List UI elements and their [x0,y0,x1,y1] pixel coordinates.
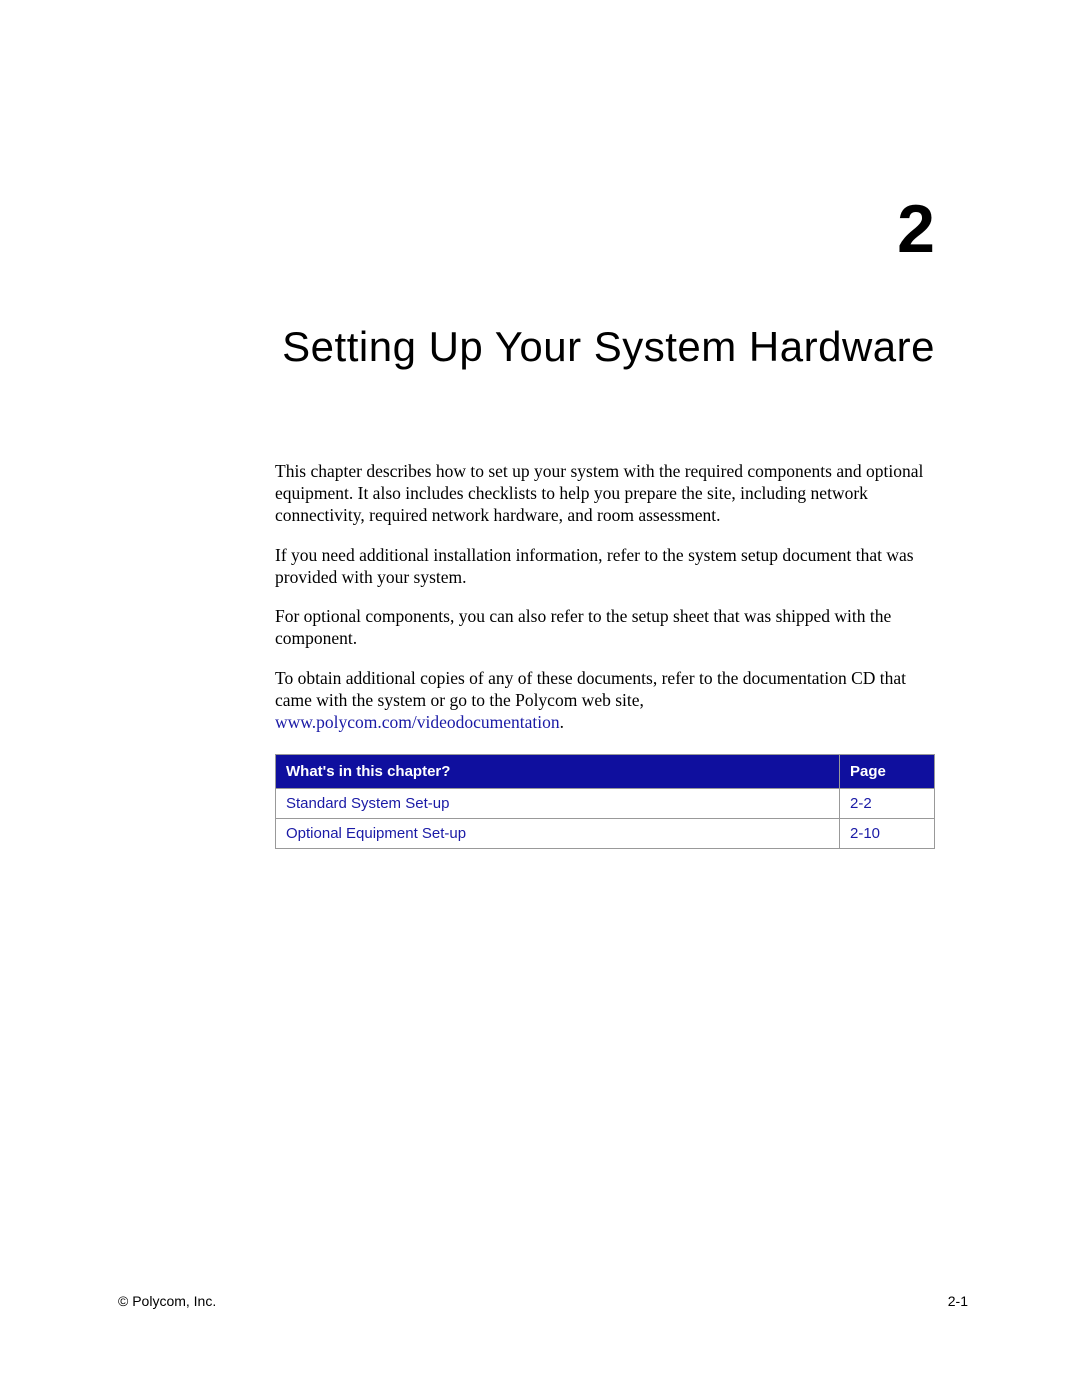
paragraph-4-text: To obtain additional copies of any of th… [275,668,906,710]
toc-header-page: Page [840,754,935,788]
toc-link-optional[interactable]: Optional Equipment Set-up [276,818,840,848]
toc-header-title: What's in this chapter? [276,754,840,788]
toc-page-optional[interactable]: 2-10 [840,818,935,848]
paragraph-1: This chapter describes how to set up you… [275,461,935,527]
page-number: 2-1 [948,1293,968,1309]
toc-link-standard[interactable]: Standard System Set-up [276,788,840,818]
page-footer: © Polycom, Inc. 2-1 [0,1293,1080,1309]
paragraph-4: To obtain additional copies of any of th… [275,668,935,734]
chapter-number: 2 [110,0,970,268]
paragraph-2: If you need additional installation info… [275,545,935,589]
copyright-text: © Polycom, Inc. [118,1293,216,1309]
paragraph-4-end: . [560,712,564,732]
table-row: Standard System Set-up 2-2 [276,788,935,818]
table-row: Optional Equipment Set-up 2-10 [276,818,935,848]
document-page: 2 Setting Up Your System Hardware This c… [0,0,1080,1397]
chapter-title: Setting Up Your System Hardware [110,268,970,371]
paragraph-3: For optional components, you can also re… [275,606,935,650]
body-content: This chapter describes how to set up you… [275,371,935,849]
toc-page-standard[interactable]: 2-2 [840,788,935,818]
documentation-link[interactable]: www.polycom.com/videodocumentation [275,712,560,732]
toc-header-row: What's in this chapter? Page [276,754,935,788]
toc-table: What's in this chapter? Page Standard Sy… [275,754,935,849]
